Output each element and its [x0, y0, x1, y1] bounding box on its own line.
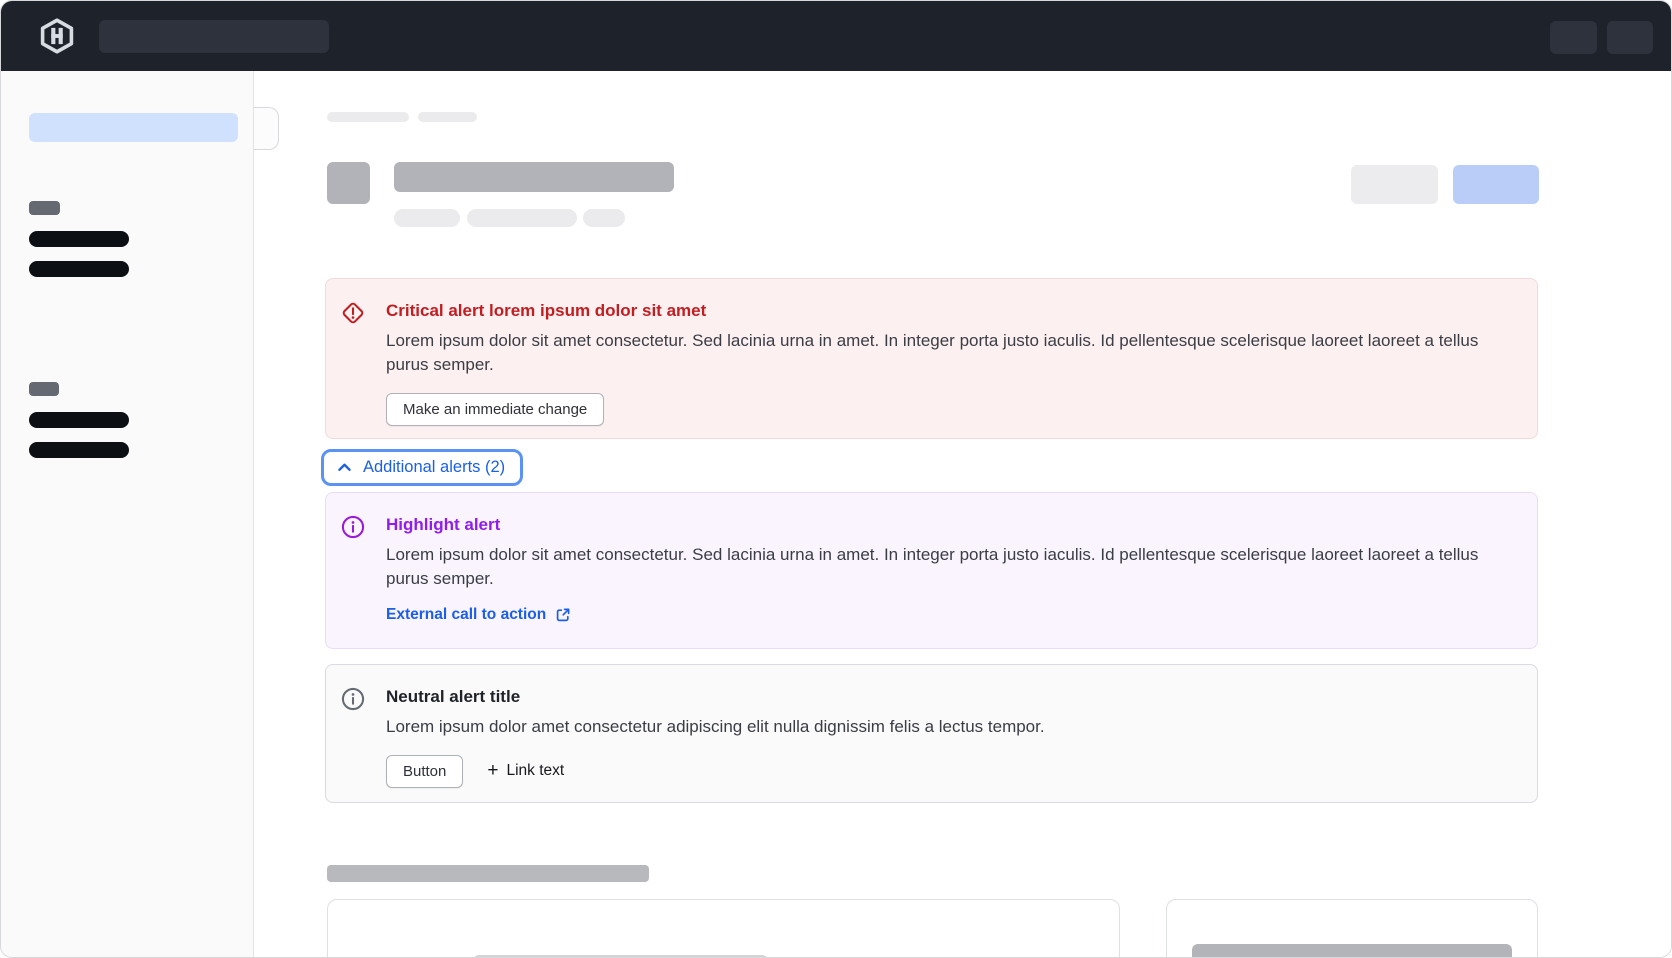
- navbar-action-skeleton-1[interactable]: [1550, 21, 1597, 54]
- critical-alert-action-button[interactable]: Make an immediate change: [386, 393, 604, 426]
- card-bar-skeleton-2: [1192, 944, 1512, 958]
- hashicorp-logo-icon: [38, 18, 76, 54]
- app-window: Critical alert lorem ipsum dolor sit ame…: [0, 0, 1672, 958]
- neutral-alert-title: Neutral alert title: [386, 685, 1511, 709]
- sidebar-nav-item-skeleton-1[interactable]: [29, 231, 129, 247]
- neutral-alert-link-label: Link text: [506, 762, 564, 780]
- neutral-alert-content: Neutral alert title Lorem ipsum dolor am…: [386, 685, 1511, 788]
- page-meta-skeleton-3: [583, 209, 625, 227]
- breadcrumb-skeleton-1: [327, 112, 409, 122]
- plus-icon: +: [487, 763, 498, 779]
- sidebar-nav-item-skeleton-3[interactable]: [29, 412, 129, 428]
- page-title-skeleton: [394, 162, 674, 192]
- info-circle-icon: [340, 686, 366, 712]
- top-navbar: [1, 1, 1672, 71]
- sidebar-section-label-skeleton-2: [29, 382, 59, 396]
- external-link-icon: [555, 607, 571, 623]
- highlight-alert-content: Highlight alert Lorem ipsum dolor sit am…: [386, 513, 1511, 624]
- navbar-action-skeleton-2[interactable]: [1607, 21, 1653, 54]
- highlight-alert-title: Highlight alert: [386, 513, 1511, 537]
- main-content: Critical alert lorem ipsum dolor sit ame…: [255, 71, 1672, 958]
- sidebar-nav-item-skeleton-4[interactable]: [29, 442, 129, 458]
- sidebar-active-item-skeleton[interactable]: [29, 113, 238, 142]
- neutral-alert-actions: Button + Link text: [386, 755, 1511, 788]
- chevron-up-icon: [336, 459, 353, 476]
- content-card-skeleton-1: [327, 899, 1120, 958]
- highlight-alert-body: Lorem ipsum dolor sit amet consectetur. …: [386, 543, 1511, 590]
- page-meta-skeleton-1: [394, 209, 460, 227]
- info-circle-icon: [340, 514, 366, 540]
- critical-alert-content: Critical alert lorem ipsum dolor sit ame…: [386, 299, 1511, 426]
- neutral-alert-body: Lorem ipsum dolor amet consectetur adipi…: [386, 715, 1511, 739]
- page-icon-skeleton: [327, 162, 370, 204]
- critical-alert-title: Critical alert lorem ipsum dolor sit ame…: [386, 299, 1511, 323]
- neutral-alert-button[interactable]: Button: [386, 755, 463, 788]
- sidebar-collapse-handle[interactable]: [254, 107, 279, 150]
- sidebar: [1, 71, 254, 958]
- alerts-region: Critical alert lorem ipsum dolor sit ame…: [325, 278, 1538, 958]
- highlight-alert-link-label: External call to action: [386, 606, 546, 624]
- highlight-alert: Highlight alert Lorem ipsum dolor sit am…: [325, 492, 1538, 649]
- content-card-skeleton-2: [1166, 899, 1538, 958]
- additional-alerts-toggle[interactable]: Additional alerts (2): [321, 449, 523, 486]
- section-title-skeleton: [327, 865, 649, 882]
- alert-diamond-icon: [340, 300, 366, 326]
- primary-action-button-skeleton[interactable]: [1453, 165, 1539, 204]
- additional-alerts-toggle-label: Additional alerts (2): [363, 458, 505, 477]
- sidebar-nav-item-skeleton-2[interactable]: [29, 261, 129, 277]
- highlight-alert-external-link[interactable]: External call to action: [386, 606, 571, 624]
- breadcrumb-skeleton-2: [418, 112, 477, 122]
- sidebar-section-label-skeleton-1: [29, 201, 60, 215]
- search-input-skeleton[interactable]: [99, 20, 329, 53]
- page-meta-skeleton-2: [467, 209, 577, 227]
- critical-alert-body: Lorem ipsum dolor sit amet consectetur. …: [386, 329, 1511, 376]
- neutral-alert: Neutral alert title Lorem ipsum dolor am…: [325, 664, 1538, 803]
- critical-alert: Critical alert lorem ipsum dolor sit ame…: [325, 278, 1538, 439]
- secondary-action-button-skeleton[interactable]: [1351, 165, 1438, 204]
- neutral-alert-link[interactable]: + Link text: [487, 762, 564, 780]
